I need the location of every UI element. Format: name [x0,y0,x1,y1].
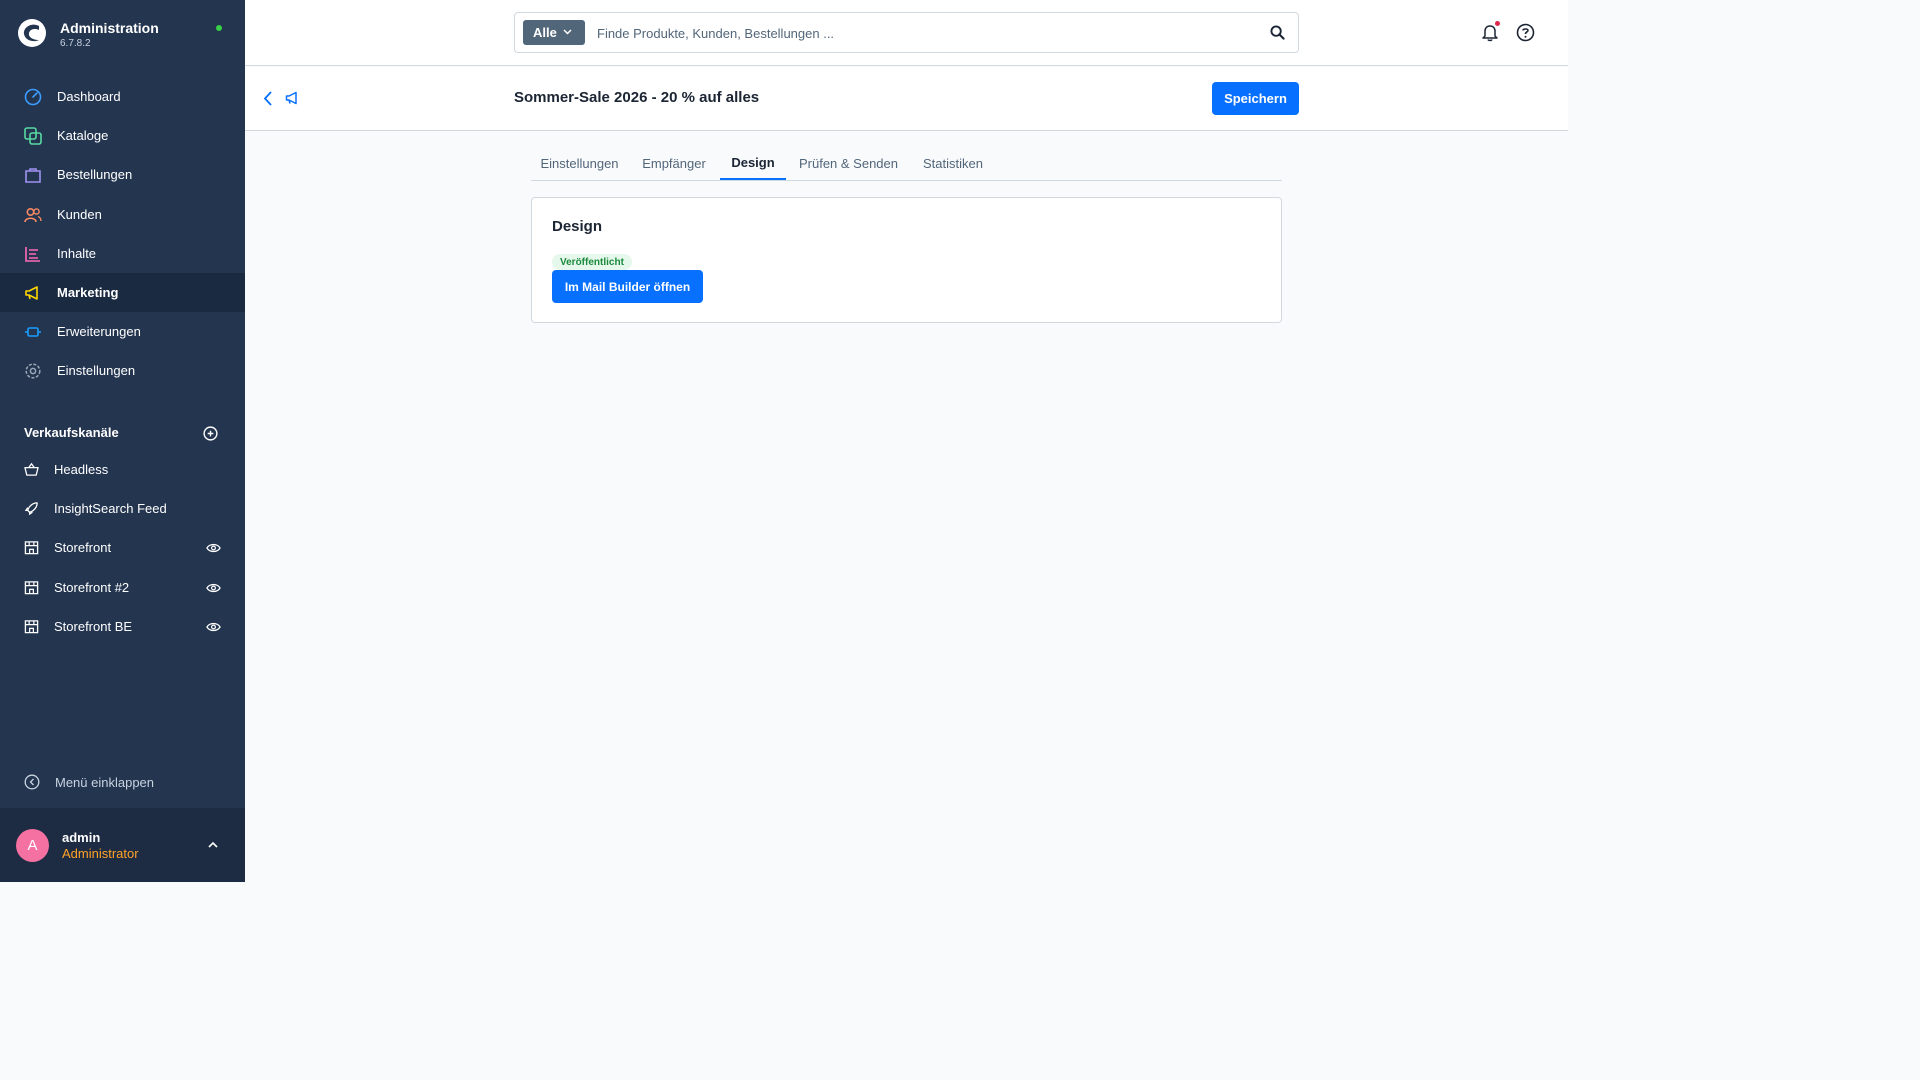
sidebar: Administration 6.7.8.2 Dashboard Katalog… [0,0,245,882]
sidebar-item-catalogs[interactable]: Kataloge [0,116,245,155]
storefront-icon [24,619,39,633]
sales-channel-storefront[interactable]: Storefront [0,528,245,567]
sales-channel-list: Headless InsightSearch Feed Storefront S… [0,450,245,646]
chevron-left-circle-icon [24,774,40,790]
settings-icon [25,363,41,379]
open-mail-builder-button[interactable]: Im Mail Builder öffnen [552,270,703,303]
tab-statistics[interactable]: Statistiken [911,147,995,180]
top-bar: Alle [245,0,1568,66]
card-title: Design [552,218,603,235]
content-icon [25,246,40,262]
tab-settings[interactable]: Einstellungen [531,147,628,180]
sidebar-item-orders[interactable]: Bestellungen [0,155,245,194]
sidebar-header: Administration 6.7.8.2 [0,0,245,66]
sales-channels-title: Verkaufskanäle [24,425,119,440]
tab-design[interactable]: Design [720,147,786,180]
sales-channel-storefront-be[interactable]: Storefront BE [0,607,245,646]
catalog-icon [24,127,42,145]
sidebar-item-label: Kunden [57,206,102,222]
page-title: Sommer-Sale 2026 - 20 % auf alles [514,89,760,106]
sidebar-item-extensions[interactable]: Erweiterungen [0,312,245,351]
marketing-icon [25,286,38,300]
marketing-icon [285,91,297,105]
sidebar-item-content[interactable]: Inhalte [0,234,245,273]
sidebar-item-settings[interactable]: Einstellungen [0,351,245,390]
sidebar-item-label: Dashboard [57,89,121,105]
status-badge: Veröffentlicht [552,254,632,270]
status-indicator [216,25,222,31]
notification-badge [1495,21,1500,26]
sidebar-item-customers[interactable]: Kunden [0,195,245,234]
avatar: A [16,829,49,862]
storefront-icon [24,580,39,594]
sales-channel-label: InsightSearch Feed [54,501,167,517]
search-type-label: Alle [533,25,557,40]
sidebar-item-dashboard[interactable]: Dashboard [0,77,245,116]
eye-icon[interactable] [206,621,221,633]
dashboard-icon [24,88,42,106]
sales-channel-label: Storefront BE [54,618,133,634]
smart-bar: Sommer-Sale 2026 - 20 % auf alles Speich… [245,67,1568,131]
help-icon[interactable] [1516,23,1535,42]
rocket-icon [24,502,38,516]
tab-recipients[interactable]: Empfänger [630,147,718,180]
sales-channel-storefront-2[interactable]: Storefront #2 [0,568,245,607]
sidebar-item-label: Inhalte [57,245,97,261]
user-menu[interactable]: A admin Administrator [0,808,245,882]
sidebar-item-label: Kataloge [57,128,109,144]
sidebar-item-label: Erweiterungen [57,324,141,340]
eye-icon[interactable] [206,542,221,554]
basket-icon [24,462,39,476]
global-search: Alle [514,12,1299,53]
sales-channel-insightsearch[interactable]: InsightSearch Feed [0,489,245,528]
chevron-down-icon [563,29,572,35]
collapse-menu-label: Menü einklappen [55,774,155,790]
app-version: 6.7.8.2 [60,38,91,49]
search-type-select[interactable]: Alle [523,20,585,45]
orders-icon [25,168,41,184]
app-title: Administration [60,20,159,36]
customers-icon [24,207,42,222]
sales-channel-headless[interactable]: Headless [0,450,245,489]
add-sales-channel-icon[interactable] [203,426,218,441]
sidebar-item-marketing[interactable]: Marketing [0,272,245,313]
tab-bar: Einstellungen Empfänger Design Prüfen & … [531,147,1282,181]
back-arrow-icon[interactable] [262,90,274,107]
main-navigation: Dashboard Kataloge Bestellungen Kunden I… [0,77,245,391]
storefront-icon [24,541,39,555]
design-card: Design Veröffentlicht Im Mail Builder öf… [531,197,1282,323]
extensions-icon [25,327,41,337]
tab-review-send[interactable]: Prüfen & Senden [789,147,908,180]
sidebar-item-label: Bestellungen [57,167,133,183]
user-role: Administrator [62,846,139,861]
eye-icon[interactable] [206,582,221,594]
shopware-logo-icon[interactable] [17,18,47,48]
user-name: admin [62,830,101,845]
sales-channel-label: Headless [54,462,109,478]
search-input[interactable] [597,22,1257,44]
sidebar-item-label: Einstellungen [57,363,136,379]
sales-channel-label: Storefront #2 [54,579,130,595]
chevron-up-icon[interactable] [207,840,219,850]
save-button[interactable]: Speichern [1212,82,1299,115]
search-icon[interactable] [1270,25,1285,40]
collapse-menu-button[interactable]: Menü einklappen [0,770,245,794]
sidebar-item-label: Marketing [57,285,119,301]
sales-channel-label: Storefront [54,540,112,556]
